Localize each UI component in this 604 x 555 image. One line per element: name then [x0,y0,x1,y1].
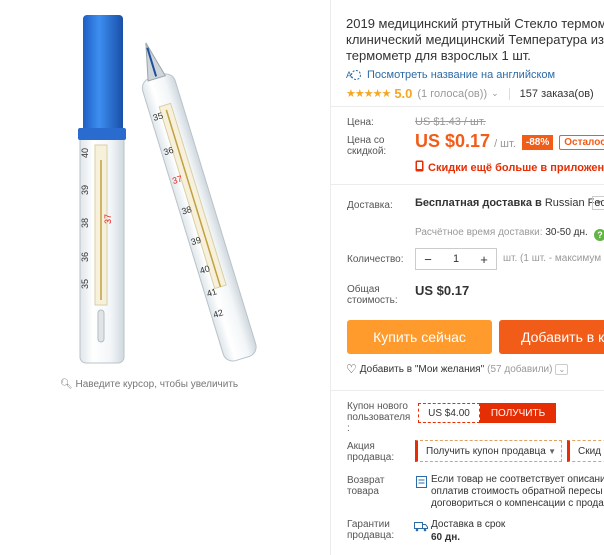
plus-button[interactable]: + [472,252,496,267]
help-icon[interactable]: ? [594,229,604,241]
svg-text:37: 37 [103,214,113,224]
minus-button[interactable]: − [416,252,440,267]
quantity-hint: шт. (1 шт. - максимум [503,253,602,264]
seller-coupon-select[interactable]: Получить купон продавца ▼ [415,440,562,462]
magnifier-icon: 🔍︎ [60,379,73,390]
seller-promo-label: Акция продавца: [347,441,395,463]
rating-score: 5.0 [394,86,413,101]
shipping-select-arrow[interactable]: ▾ [592,196,604,210]
app-discount-link[interactable]: Скидки ещё больше в приложении ▾ [415,160,604,175]
old-price: US $1.43 / шт. [415,116,486,128]
truck-icon [414,519,428,537]
shipping-label: Доставка: [347,200,393,211]
buy-now-button[interactable]: Купить сейчас [347,320,492,354]
svg-text:A: A [346,70,352,80]
discount-badge: -88% [521,135,554,150]
shipping-destination[interactable]: Бесплатная доставка в Russian Federa [415,197,604,209]
seller-discount-select[interactable]: Скид [567,440,604,462]
divider [331,184,604,185]
stock-left-badge: Осталось [559,135,604,150]
product-title: 2019 медицинский ртутный Стекло термомет… [346,16,604,63]
orders-count: 157 заказа(ов) [519,87,594,100]
add-to-cart-button[interactable]: Добавить в к [499,320,604,354]
votes-link[interactable]: (1 голоса(ов)) [417,88,487,100]
chevron-down-icon[interactable]: ⌄ [491,88,499,99]
total-price: US $0.17 [415,283,470,298]
total-label: Общая стоимость: [347,284,398,306]
guarantees-label: Гарантии продавца: [347,519,395,541]
document-icon [416,475,427,493]
get-coupon-button[interactable]: ПОЛУЧИТЬ [480,403,556,423]
wishlist-row[interactable]: ♡ Добавить в "Мои желания" (57 добавили)… [346,362,569,376]
current-price: US $0.17 / шт. -88% Осталось [415,131,604,152]
returns-label: Возврат товара [347,475,385,497]
quantity-input[interactable]: 1 [444,253,468,265]
heart-icon[interactable]: ♡ [346,362,357,376]
svg-text:38: 38 [80,218,90,228]
rating-stars: ★★★★★ [346,88,391,100]
shipping-eta: Расчётное время доставки: 30-50 дн. [415,227,588,238]
price-label: Цена: [347,117,374,128]
chevron-down-icon[interactable]: ⌄ [555,363,569,375]
translate-link[interactable]: A Посмотреть название на английском [346,68,555,81]
discount-price-label: Цена со скидкой: [347,135,387,157]
zoom-hint: 🔍︎ Наведите курсор, чтобы увеличить [60,379,239,390]
caret-down-icon: ▼ [548,446,556,456]
svg-text:36: 36 [80,252,90,262]
divider [508,87,510,100]
svg-text:39: 39 [80,185,90,195]
coupon-value: US $4.00 [418,403,480,423]
phone-icon [415,160,424,175]
svg-text:35: 35 [80,279,90,289]
divider [331,106,604,107]
returns-text: Если товар не соответствует описани опла… [431,474,604,509]
quantity-stepper[interactable]: − 1 + [415,248,497,270]
product-image[interactable]: 40 39 38 36 35 37 35 36 37 38 39 40 41 4… [58,10,268,375]
translate-icon: A [346,70,361,80]
divider [331,390,604,391]
new-user-coupon[interactable]: US $4.00 ПОЛУЧИТЬ [418,403,556,423]
column-divider [330,0,331,555]
guarantees-text: Доставка в срок 60 дн. [431,519,506,543]
new-user-coupon-label: Купон нового пользователя : [347,401,411,434]
svg-text:40: 40 [80,148,90,158]
rating-row: ★★★★★ 5.0 (1 голоса(ов)) ⌄ 157 заказа(ов… [346,86,594,101]
quantity-label: Количество: [347,254,404,265]
